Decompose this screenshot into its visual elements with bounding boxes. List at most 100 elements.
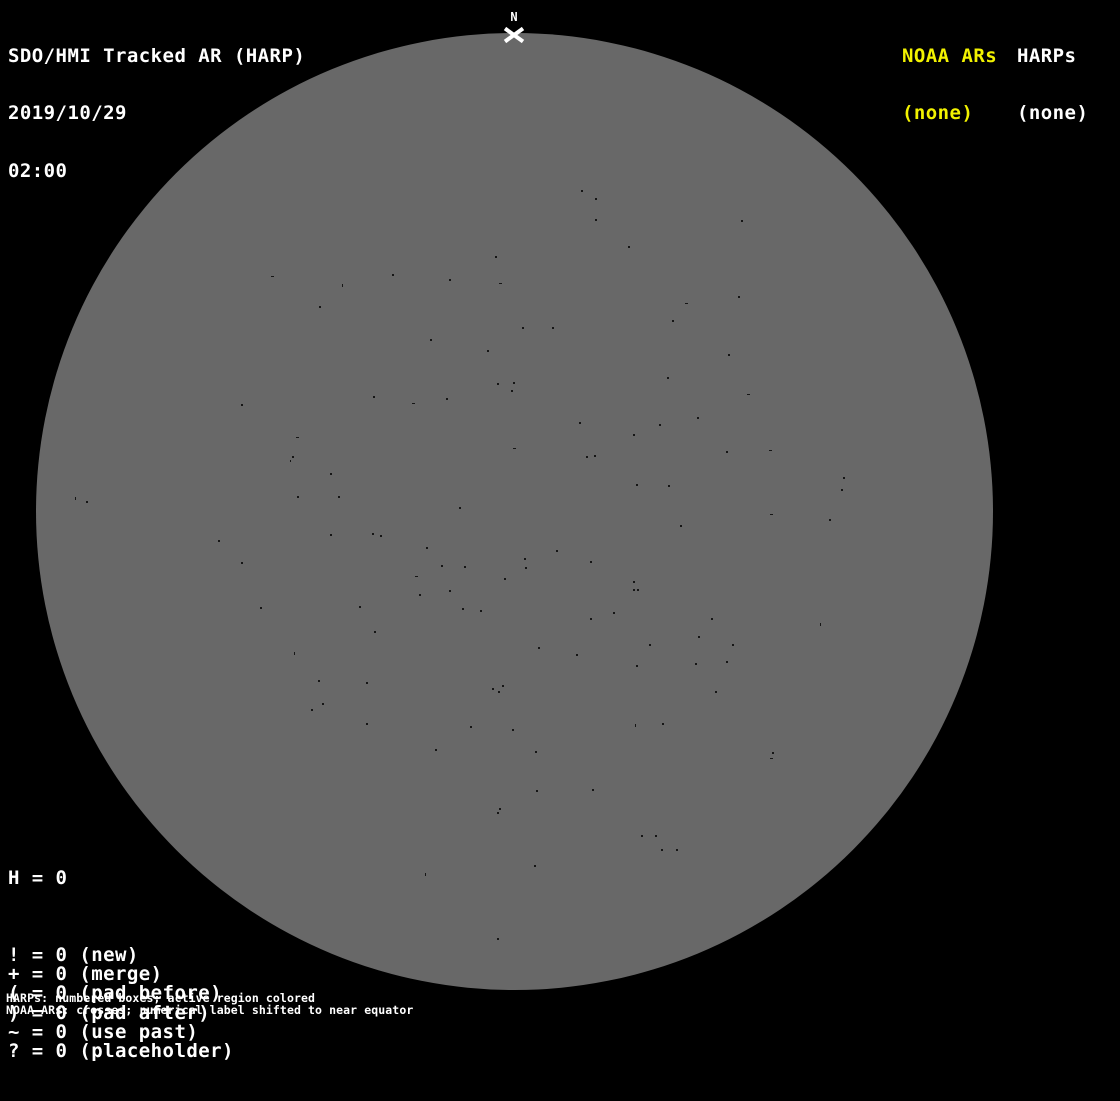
magnetogram-speck bbox=[633, 581, 635, 583]
magnetogram-speck bbox=[499, 808, 501, 810]
magnetogram-speck bbox=[676, 849, 678, 851]
magnetogram-speck bbox=[613, 612, 615, 614]
magnetogram-speck bbox=[538, 647, 540, 649]
magnetogram-speck bbox=[366, 723, 368, 725]
magnetogram-speck bbox=[581, 190, 583, 192]
magnetogram-speck bbox=[659, 424, 661, 426]
magnetogram-speck bbox=[711, 618, 713, 620]
magnetogram-speck bbox=[513, 448, 516, 449]
magnetogram-speck bbox=[86, 501, 88, 503]
magnetogram-speck bbox=[513, 382, 515, 384]
noaa-ars-value: (none) bbox=[902, 102, 974, 125]
magnetogram-speck bbox=[480, 610, 482, 612]
frame-time: 02:00 bbox=[8, 160, 68, 183]
magnetogram-speck bbox=[770, 514, 773, 515]
magnetogram-speck bbox=[464, 566, 466, 568]
magnetogram-speck bbox=[641, 835, 643, 837]
magnetogram-speck bbox=[633, 589, 635, 591]
magnetogram-speck bbox=[534, 865, 536, 867]
footnote-line: NOAA ARs: crosses; numerical label shift… bbox=[6, 1003, 414, 1018]
magnetogram-speck bbox=[366, 682, 368, 684]
magnetogram-speck bbox=[459, 507, 461, 509]
magnetogram-speck bbox=[271, 276, 274, 277]
magnetogram-speck bbox=[843, 477, 845, 479]
magnetogram-speck bbox=[497, 383, 499, 385]
magnetogram-speck bbox=[497, 812, 499, 814]
magnetogram-speck bbox=[504, 578, 506, 580]
magnetogram-speck bbox=[590, 618, 592, 620]
magnetogram-speck bbox=[492, 688, 494, 690]
magnetogram-speck bbox=[635, 724, 636, 727]
magnetogram-speck bbox=[628, 246, 630, 248]
magnetogram-speck bbox=[726, 451, 728, 453]
magnetogram-speck bbox=[770, 758, 773, 759]
magnetogram-speck bbox=[373, 396, 375, 398]
magnetogram-speck bbox=[297, 496, 299, 498]
magnetogram-speck bbox=[552, 327, 554, 329]
magnetogram-speck bbox=[595, 198, 597, 200]
magnetogram-speck bbox=[372, 533, 374, 535]
legend-item: ? = 0 (placeholder) bbox=[8, 1040, 234, 1063]
magnetogram-speck bbox=[296, 437, 299, 438]
magnetogram-speck bbox=[241, 404, 243, 406]
magnetogram-speck bbox=[392, 274, 394, 276]
magnetogram-speck bbox=[820, 623, 821, 626]
magnetogram-speck bbox=[536, 790, 538, 792]
magnetogram-speck bbox=[636, 665, 638, 667]
magnetogram-speck bbox=[747, 394, 750, 395]
magnetogram-speck bbox=[732, 644, 734, 646]
magnetogram-speck bbox=[715, 691, 717, 693]
magnetogram-speck bbox=[449, 279, 451, 281]
magnetogram-speck bbox=[672, 320, 674, 322]
magnetogram-speck bbox=[524, 558, 526, 560]
magnetogram-speck bbox=[535, 751, 537, 753]
magnetogram-speck bbox=[318, 680, 320, 682]
magnetogram-speck bbox=[441, 565, 443, 567]
magnetogram-speck bbox=[75, 497, 76, 500]
magnetogram-speck bbox=[772, 752, 774, 754]
magnetogram-speck bbox=[338, 496, 340, 498]
north-cross-icon bbox=[503, 26, 525, 44]
magnetogram-speck bbox=[595, 219, 597, 221]
magnetogram-speck bbox=[511, 390, 513, 392]
magnetogram-speck bbox=[841, 489, 843, 491]
legend-item: ~ = 0 (use past) bbox=[8, 1020, 199, 1043]
magnetogram-speck bbox=[726, 661, 728, 663]
magnetogram-speck bbox=[425, 873, 426, 876]
magnetogram-speck bbox=[470, 726, 472, 728]
magnetogram-speck bbox=[311, 709, 313, 711]
magnetogram-speck bbox=[380, 535, 382, 537]
magnetogram-speck bbox=[495, 256, 497, 258]
magnetogram-speck bbox=[769, 450, 772, 451]
magnetogram-speck bbox=[579, 422, 581, 424]
title-block: SDO/HMI Tracked AR (HARP) 2019/10/29 02:… bbox=[8, 8, 305, 220]
magnetogram-speck bbox=[435, 749, 437, 751]
magnetogram-speck bbox=[594, 455, 596, 457]
magnetogram-speck bbox=[426, 547, 428, 549]
magnetogram-speck bbox=[649, 644, 651, 646]
magnetogram-speck bbox=[319, 306, 321, 308]
magnetogram-speck bbox=[330, 534, 332, 536]
legend: H = 0 ! = 0 (new) + = 0 (merge)( = 0 (pad… bbox=[8, 830, 234, 1100]
magnetogram-speck bbox=[738, 296, 740, 298]
solar-harp-frame: SDO/HMI Tracked AR (HARP) 2019/10/29 02:… bbox=[0, 0, 1120, 1061]
magnetogram-speck bbox=[487, 350, 489, 352]
magnetogram-speck bbox=[741, 220, 743, 222]
magnetogram-speck bbox=[462, 608, 464, 610]
magnetogram-speck bbox=[590, 561, 592, 563]
magnetogram-speck bbox=[498, 691, 500, 693]
footnotes: HARPs: numbered boxes; active region col… bbox=[6, 992, 413, 1017]
magnetogram-speck bbox=[662, 723, 664, 725]
magnetogram-speck bbox=[218, 540, 220, 542]
magnetogram-speck bbox=[668, 485, 670, 487]
page-title: SDO/HMI Tracked AR (HARP) bbox=[8, 44, 306, 67]
noaa-ars-label: NOAA ARs bbox=[902, 44, 998, 67]
magnetogram-speck bbox=[667, 377, 669, 379]
magnetogram-speck bbox=[637, 589, 639, 591]
magnetogram-speck bbox=[592, 789, 594, 791]
legend-h-count: H = 0 bbox=[8, 866, 68, 889]
magnetogram-speck bbox=[586, 456, 588, 458]
magnetogram-speck bbox=[412, 403, 415, 404]
magnetogram-speck bbox=[342, 284, 343, 287]
magnetogram-speck bbox=[260, 607, 262, 609]
